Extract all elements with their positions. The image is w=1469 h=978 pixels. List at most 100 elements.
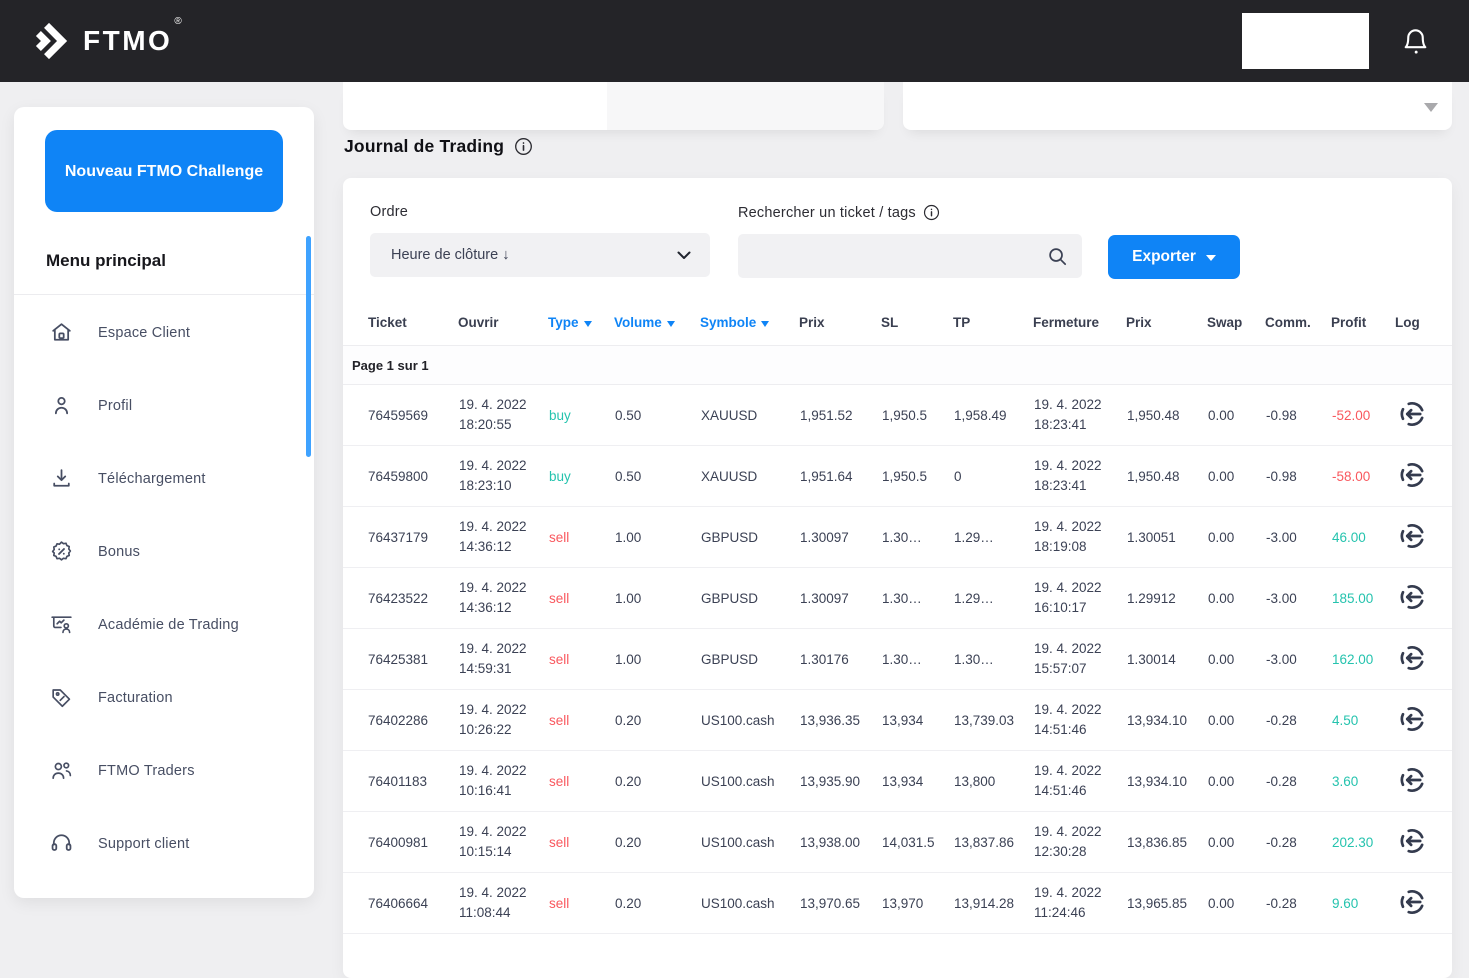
cell-close-time: 19. 4. 202212:30:28 bbox=[1033, 812, 1126, 873]
column-header-sl: SL bbox=[881, 300, 953, 346]
search-label: Rechercher un ticket / tags bbox=[738, 205, 916, 221]
sidebar-item-profil[interactable]: Profil bbox=[14, 369, 314, 442]
trade-log-icon[interactable] bbox=[1398, 522, 1426, 550]
trade-row[interactable]: 7640228619. 4. 202210:26:22sell0.20US100… bbox=[343, 690, 1452, 751]
trade-log-icon[interactable] bbox=[1398, 644, 1426, 672]
search-info-icon[interactable] bbox=[923, 204, 940, 221]
cell-type: sell bbox=[548, 873, 614, 934]
download-icon bbox=[48, 466, 74, 492]
cell-close-price: 1,950.48 bbox=[1126, 385, 1207, 446]
cell-commission: -0.98 bbox=[1265, 446, 1331, 507]
cell-open-time: 19. 4. 202214:36:12 bbox=[458, 507, 548, 568]
export-button[interactable]: Exporter bbox=[1108, 235, 1240, 279]
cell-volume: 0.20 bbox=[614, 690, 700, 751]
cell-ticket: 76406664 bbox=[343, 873, 458, 934]
cell-ticket: 76459569 bbox=[343, 385, 458, 446]
column-header-prix-2: Prix bbox=[1126, 300, 1207, 346]
cell-ticket: 76425381 bbox=[343, 629, 458, 690]
trade-log-icon[interactable] bbox=[1398, 766, 1426, 794]
trade-log-icon[interactable] bbox=[1398, 400, 1426, 428]
cell-open-time: 19. 4. 202218:23:10 bbox=[458, 446, 548, 507]
order-select[interactable]: Heure de clôture ↓ bbox=[370, 233, 710, 277]
cell-close-time: 19. 4. 202215:57:07 bbox=[1033, 629, 1126, 690]
trade-row[interactable]: 7640666419. 4. 202211:08:44sell0.20US100… bbox=[343, 873, 1452, 934]
sort-desc-icon bbox=[761, 321, 769, 327]
cell-open-time: 19. 4. 202210:16:41 bbox=[458, 751, 548, 812]
trade-log-icon[interactable] bbox=[1398, 827, 1426, 855]
cell-sl: 1,950.5 bbox=[881, 385, 953, 446]
trades-table: TicketOuvrirTypeVolumeSymbolePrixSLTPFer… bbox=[343, 300, 1452, 934]
cell-commission: -0.28 bbox=[1265, 690, 1331, 751]
trade-row[interactable]: 7642538119. 4. 202214:59:31sell1.00GBPUS… bbox=[343, 629, 1452, 690]
new-ftmo-challenge-button[interactable]: Nouveau FTMO Challenge bbox=[45, 130, 283, 212]
ticket-search-input[interactable] bbox=[754, 247, 1046, 265]
sidebar-item-support-client[interactable]: Support client bbox=[14, 807, 314, 880]
sidebar-item-espace-client[interactable]: Espace Client bbox=[14, 296, 314, 369]
cell-symbol: US100.cash bbox=[700, 751, 799, 812]
trade-log-icon[interactable] bbox=[1398, 583, 1426, 611]
sidebar-item-label: Académie de Trading bbox=[98, 617, 239, 633]
cell-profit: 202.30 bbox=[1331, 812, 1395, 873]
trading-journal-card: Ordre Heure de clôture ↓ Rechercher un t… bbox=[343, 178, 1452, 978]
sidebar-item-facturation[interactable]: Facturation bbox=[14, 661, 314, 734]
trade-row[interactable]: 7640098119. 4. 202210:15:14sell0.20US100… bbox=[343, 812, 1452, 873]
sidebar-scrollbar[interactable] bbox=[306, 236, 311, 457]
cell-sl: 13,934 bbox=[881, 751, 953, 812]
column-header-ticket: Ticket bbox=[343, 300, 458, 346]
trade-row[interactable]: 7645980019. 4. 202218:23:10buy0.50XAUUSD… bbox=[343, 446, 1452, 507]
cell-tp: 13,837.86 bbox=[953, 812, 1033, 873]
cell-close-time: 19. 4. 202218:23:41 bbox=[1033, 385, 1126, 446]
cell-swap: 0.00 bbox=[1207, 629, 1265, 690]
account-placeholder-button[interactable] bbox=[1242, 13, 1369, 69]
table-header-row: TicketOuvrirTypeVolumeSymbolePrixSLTPFer… bbox=[343, 300, 1452, 346]
trade-log-icon[interactable] bbox=[1398, 705, 1426, 733]
column-header-type[interactable]: Type bbox=[548, 300, 614, 346]
cell-close-price: 13,965.85 bbox=[1126, 873, 1207, 934]
cell-ticket: 76459800 bbox=[343, 446, 458, 507]
journal-info-icon[interactable] bbox=[514, 137, 533, 156]
cell-volume: 1.00 bbox=[614, 568, 700, 629]
cell-symbol: US100.cash bbox=[700, 690, 799, 751]
cell-volume: 1.00 bbox=[614, 507, 700, 568]
cell-profit: 9.60 bbox=[1331, 873, 1395, 934]
bell-icon[interactable] bbox=[1402, 27, 1429, 56]
cell-commission: -0.28 bbox=[1265, 812, 1331, 873]
cell-type: sell bbox=[548, 751, 614, 812]
main-content: Journal de Trading Ordre Heure de clôtur… bbox=[343, 82, 1452, 912]
sidebar-item-telechargement[interactable]: Téléchargement bbox=[14, 442, 314, 515]
trade-row[interactable]: 7645956919. 4. 202218:20:55buy0.50XAUUSD… bbox=[343, 385, 1452, 446]
cell-open-time: 19. 4. 202210:15:14 bbox=[458, 812, 548, 873]
cell-ticket: 76423522 bbox=[343, 568, 458, 629]
cell-close-time: 19. 4. 202214:51:46 bbox=[1033, 690, 1126, 751]
cell-commission: -0.98 bbox=[1265, 385, 1331, 446]
sidebar-item-ftmo-traders[interactable]: FTMO Traders bbox=[14, 734, 314, 807]
traders-icon bbox=[48, 758, 74, 784]
ftmo-logo[interactable]: FTMO® bbox=[28, 20, 180, 62]
sort-desc-icon bbox=[667, 321, 675, 327]
cell-tp: 1.29… bbox=[953, 568, 1033, 629]
trade-row[interactable]: 7643717919. 4. 202214:36:12sell1.00GBPUS… bbox=[343, 507, 1452, 568]
sidebar-item-label: Téléchargement bbox=[98, 471, 206, 487]
sidebar-item-academie-de-trading[interactable]: Académie de Trading bbox=[14, 588, 314, 661]
column-header-volume[interactable]: Volume bbox=[614, 300, 700, 346]
caret-down-icon bbox=[1206, 255, 1216, 261]
cell-sl: 13,970 bbox=[881, 873, 953, 934]
column-header-symbole[interactable]: Symbole bbox=[700, 300, 799, 346]
cell-close-time: 19. 4. 202218:23:41 bbox=[1033, 446, 1126, 507]
trade-row[interactable]: 7640118319. 4. 202210:16:41sell0.20US100… bbox=[343, 751, 1452, 812]
trade-row[interactable]: 7642352219. 4. 202214:36:12sell1.00GBPUS… bbox=[343, 568, 1452, 629]
bonus-badge-icon bbox=[48, 539, 74, 565]
cell-log bbox=[1395, 629, 1452, 690]
trade-log-icon[interactable] bbox=[1398, 461, 1426, 489]
search-icon[interactable] bbox=[1046, 245, 1069, 268]
cell-ticket: 76437179 bbox=[343, 507, 458, 568]
trade-log-icon[interactable] bbox=[1398, 888, 1426, 916]
user-icon bbox=[48, 393, 74, 419]
home-icon bbox=[48, 320, 74, 346]
cell-close-price: 1,950.48 bbox=[1126, 446, 1207, 507]
sidebar-item-label: Support client bbox=[98, 836, 189, 852]
cell-type: sell bbox=[548, 507, 614, 568]
partial-dropdown-card[interactable] bbox=[903, 82, 1452, 130]
brand-text: FTMO bbox=[83, 25, 172, 56]
sidebar-item-bonus[interactable]: Bonus bbox=[14, 515, 314, 588]
